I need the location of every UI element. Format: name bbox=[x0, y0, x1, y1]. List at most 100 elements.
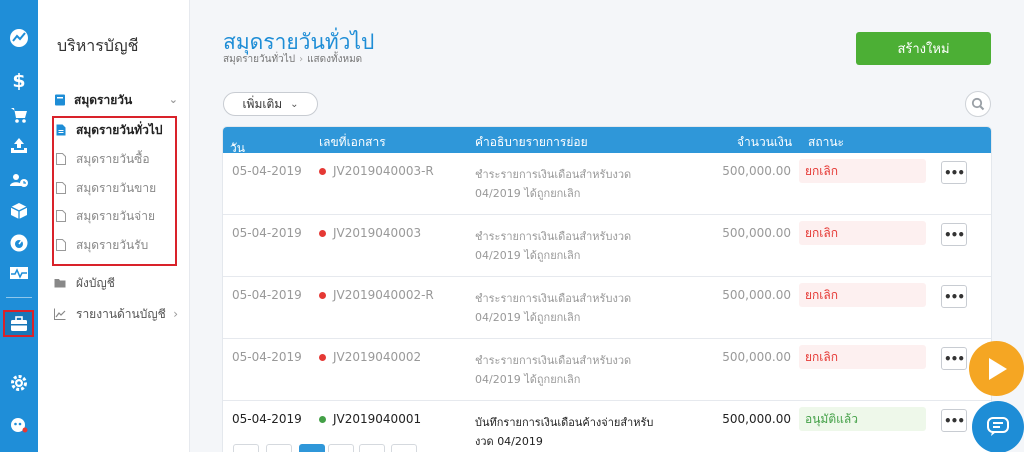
description-line: 04/2019 ได้ถูกยกเลิก bbox=[475, 249, 581, 262]
chat-icon bbox=[987, 417, 1009, 436]
page-button[interactable] bbox=[359, 444, 385, 452]
cell-amount: 500,000.00 bbox=[722, 412, 791, 426]
status-dot-icon bbox=[319, 291, 326, 299]
breadcrumb-separator-icon: › bbox=[299, 54, 304, 65]
cell-doc-number[interactable]: JV2019040003 bbox=[319, 226, 421, 240]
upload-tray-icon[interactable] bbox=[0, 131, 38, 161]
doc-number-text: JV2019040003 bbox=[333, 226, 422, 240]
search-icon bbox=[971, 97, 985, 111]
sidebar-group-journal[interactable]: สมุดรายวัน ⌄ bbox=[54, 90, 184, 110]
description-line: งวด 04/2019 bbox=[475, 435, 543, 448]
cell-description: ชำระรายการเงินเดือนสำหรับงวด 04/2019 ได้ถ… bbox=[475, 227, 665, 265]
column-amount: จำนวนเงิน bbox=[737, 135, 793, 149]
status-badge: ยกเลิก bbox=[799, 283, 926, 307]
description-line: 04/2019 ได้ถูกยกเลิก bbox=[475, 187, 581, 200]
description-line: 04/2019 ได้ถูกยกเลิก bbox=[475, 373, 581, 386]
cell-date: 05-04-2019 bbox=[232, 412, 302, 426]
cart-icon[interactable] bbox=[0, 100, 38, 130]
description-line: ชำระรายการเงินเดือนสำหรับงวด bbox=[475, 292, 632, 305]
more-options-label: เพิ่มเติม bbox=[242, 96, 283, 111]
row-actions-button[interactable]: ••• bbox=[941, 285, 967, 308]
status-badge: ยกเลิก bbox=[799, 221, 926, 245]
gauge-icon[interactable] bbox=[0, 228, 38, 258]
support-icon[interactable] bbox=[0, 410, 38, 440]
cell-doc-number[interactable]: JV2019040002-R bbox=[319, 288, 434, 302]
cell-description: บันทึกรายการเงินเดือนค้างจ่ายสำหรับงวด 0… bbox=[475, 413, 665, 451]
box-icon[interactable] bbox=[0, 196, 38, 226]
cell-description: ชำระรายการเงินเดือนสำหรับงวด 04/2019 ได้ถ… bbox=[475, 165, 665, 203]
description-line: 04/2019 ได้ถูกยกเลิก bbox=[475, 311, 581, 324]
sidebar-item-label: รายงานด้านบัญชี bbox=[76, 306, 166, 321]
cell-date: 05-04-2019 bbox=[232, 350, 302, 364]
pagination bbox=[233, 444, 433, 452]
cell-amount: 500,000.00 bbox=[722, 226, 791, 240]
cell-doc-number[interactable]: JV2019040002 bbox=[319, 350, 421, 364]
chevron-down-icon: ⌄ bbox=[290, 98, 299, 110]
column-status: สถานะ bbox=[808, 135, 844, 149]
table-row[interactable]: 05-04-2019 JV2019040003-R ชำระรายการเงินเด… bbox=[223, 153, 991, 215]
cell-doc-number[interactable]: JV2019040003-R bbox=[319, 164, 434, 178]
chevron-right-icon: › bbox=[173, 307, 178, 321]
rail-divider bbox=[6, 297, 32, 298]
sidebar-title: บริหารบัญชี bbox=[57, 36, 139, 55]
icon-rail: $ bbox=[0, 0, 38, 452]
status-dot-icon bbox=[319, 415, 326, 423]
table-row[interactable]: 05-04-2019 JV2019040002 ชำระรายการเงินเดือ… bbox=[223, 339, 991, 401]
cell-date: 05-04-2019 bbox=[232, 164, 302, 178]
status-badge: ยกเลิก bbox=[799, 345, 926, 369]
table-row[interactable]: 05-04-2019 JV2019040003 ชำระรายการเงินเดือ… bbox=[223, 215, 991, 277]
cell-amount: 500,000.00 bbox=[722, 350, 791, 364]
chevron-down-icon: ⌄ bbox=[168, 93, 178, 106]
doc-number-text: JV2019040001 bbox=[333, 412, 422, 426]
row-actions-button[interactable]: ••• bbox=[941, 223, 967, 246]
page-button[interactable] bbox=[233, 444, 259, 452]
folder-icon bbox=[54, 279, 66, 288]
play-icon bbox=[988, 357, 1007, 380]
breadcrumb: สมุดรายวันทั่วไป › แสดงทั้งหมด bbox=[223, 52, 362, 67]
chat-button[interactable] bbox=[972, 401, 1024, 452]
cell-amount: 500,000.00 bbox=[722, 164, 791, 178]
cell-doc-number[interactable]: JV2019040001 bbox=[319, 412, 421, 426]
sidebar-item-accounting-reports[interactable]: รายงานด้านบัญชี › bbox=[54, 303, 184, 325]
description-line: บันทึกรายการเงินเดือนค้างจ่ายสำหรับ bbox=[475, 416, 654, 429]
page-button[interactable] bbox=[391, 444, 417, 452]
status-dot-icon bbox=[319, 167, 326, 175]
doc-number-text: JV2019040002-R bbox=[333, 288, 434, 302]
sidebar-item-label: ผังบัญชี bbox=[76, 275, 115, 290]
briefcase-icon[interactable] bbox=[0, 309, 38, 339]
more-options-button[interactable]: เพิ่มเติม ⌄ bbox=[223, 92, 318, 116]
sidebar-group-label: สมุดรายวัน bbox=[74, 92, 133, 107]
table-row[interactable]: 05-04-2019 JV2019040002-R ชำระรายการเงินเด… bbox=[223, 277, 991, 339]
row-actions-button[interactable]: ••• bbox=[941, 409, 967, 432]
column-desc: คำอธิบายรายการย่อย bbox=[475, 135, 588, 149]
column-doc: เลขที่เอกสาร bbox=[319, 135, 386, 149]
cell-description: ชำระรายการเงินเดือนสำหรับงวด 04/2019 ได้ถ… bbox=[475, 289, 665, 327]
trend-icon[interactable] bbox=[0, 23, 38, 53]
line-chart-icon bbox=[54, 308, 66, 320]
book-icon bbox=[55, 94, 65, 106]
sidebar-item-chart-of-accounts[interactable]: ผังบัญชี bbox=[54, 272, 184, 294]
description-line: ชำระรายการเงินเดือนสำหรับงวด bbox=[475, 230, 632, 243]
status-dot-icon bbox=[319, 353, 326, 361]
play-tutorial-button[interactable] bbox=[969, 341, 1024, 396]
row-actions-button[interactable]: ••• bbox=[941, 347, 967, 370]
page-button[interactable] bbox=[266, 444, 292, 452]
breadcrumb-item: แสดงทั้งหมด bbox=[307, 54, 363, 65]
breadcrumb-item[interactable]: สมุดรายวันทั่วไป bbox=[223, 54, 295, 65]
dollar-icon[interactable]: $ bbox=[0, 66, 38, 96]
page-button-active[interactable] bbox=[299, 444, 325, 452]
status-badge: อนุมัติแล้ว bbox=[799, 407, 926, 431]
cell-date: 05-04-2019 bbox=[232, 226, 302, 240]
highlight-box bbox=[52, 116, 177, 266]
search-button[interactable] bbox=[965, 91, 991, 117]
pulse-icon[interactable] bbox=[0, 258, 38, 288]
doc-number-text: JV2019040002 bbox=[333, 350, 422, 364]
create-new-button[interactable]: สร้างใหม่ bbox=[856, 32, 991, 65]
cell-amount: 500,000.00 bbox=[722, 288, 791, 302]
gear-icon[interactable] bbox=[0, 368, 38, 398]
cell-description: ชำระรายการเงินเดือนสำหรับงวด 04/2019 ได้ถ… bbox=[475, 351, 665, 389]
page-button[interactable] bbox=[328, 444, 354, 452]
row-actions-button[interactable]: ••• bbox=[941, 161, 967, 184]
status-badge: ยกเลิก bbox=[799, 159, 926, 183]
contacts-icon[interactable] bbox=[0, 165, 38, 195]
